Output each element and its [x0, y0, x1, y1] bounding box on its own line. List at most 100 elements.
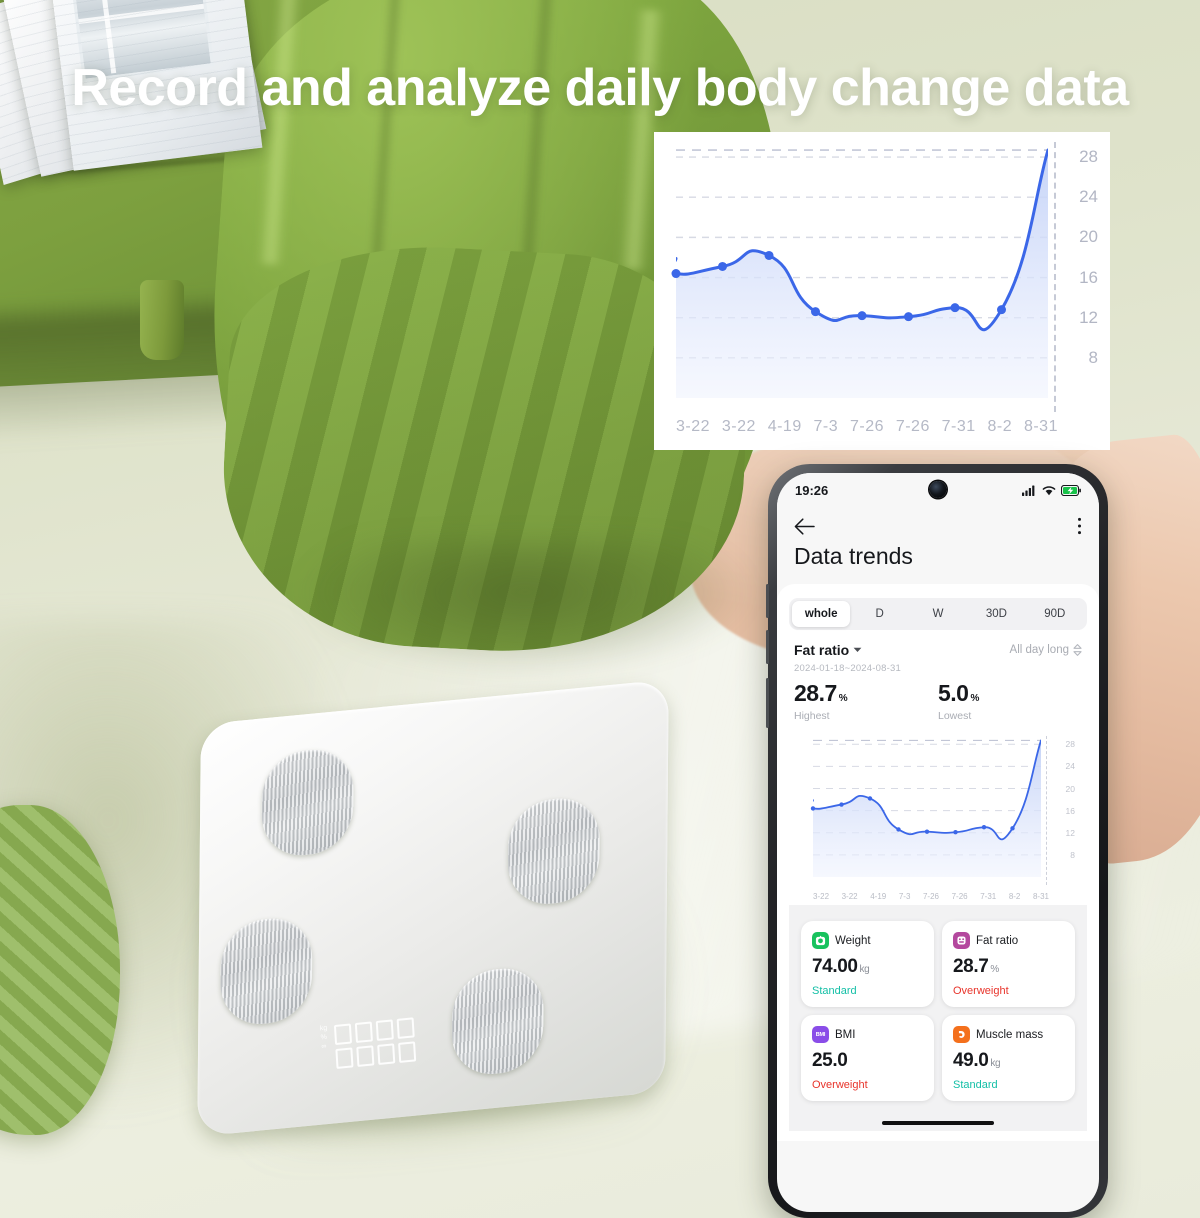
status-bar: 19:26 [777, 473, 1099, 507]
range-segmented-control[interactable]: whole D W 30D 90D [789, 598, 1087, 630]
segment-d[interactable]: D [850, 601, 908, 627]
metric-and-time-row: Fat ratio All day long [789, 630, 1087, 660]
stat-lowest: 5.0% Lowest [938, 680, 1082, 722]
bmi-icon: BMI [812, 1026, 829, 1043]
segment-90d[interactable]: 90D [1026, 601, 1084, 627]
phone-mockup: 19:26 Data trends whole D W 30D 90D Fat … [766, 464, 1108, 1218]
card-header: Muscle mass [953, 1026, 1064, 1043]
metric-card-weight[interactable]: Weight 74.00 kg Standard [801, 921, 934, 1007]
card-value-row: 28.7% [953, 956, 1064, 978]
x-axis-tick-label: 7-31 [941, 418, 976, 435]
chart-data-point [718, 261, 727, 271]
segment-w[interactable]: W [909, 601, 967, 627]
led-digit [398, 1041, 417, 1063]
chart-data-point [896, 827, 901, 832]
card-header: BMI BMI [812, 1026, 923, 1043]
card-unit: kg [990, 1058, 1001, 1069]
chart-data-point [1010, 826, 1015, 831]
arrow-left-icon[interactable] [794, 517, 815, 535]
stat-lowest-value: 5.0 [938, 680, 969, 706]
card-status: Standard [812, 985, 857, 997]
x-axis-tick-label: 8-31 [1023, 418, 1058, 435]
card-name: Weight [835, 934, 871, 947]
trend-chart[interactable]: 28 24 20 16 12 8 3-22 3-22 4-19 7-3 7-26 7-26 7-31 8… [791, 730, 1085, 905]
segment-whole[interactable]: whole [792, 601, 851, 627]
chart-data-point [810, 806, 816, 811]
metric-card-muscle-mass[interactable]: Muscle mass 49.0 kg Standard [942, 1015, 1075, 1101]
card-name: Muscle mass [976, 1028, 1044, 1041]
scale-platform [197, 679, 669, 1137]
segment-30d[interactable]: 30D [967, 601, 1025, 627]
y-axis-tick-label: 24 [1065, 761, 1075, 772]
card-unit: % [990, 964, 999, 975]
card-value: 28.7 [953, 956, 989, 977]
date-range-label: 2024-01-18~2024-08-31 [794, 663, 901, 674]
led-digit [375, 1019, 394, 1041]
x-axis-tick-label: 3-22 [813, 892, 830, 901]
card-name: BMI [835, 1028, 856, 1041]
card-status: Overweight [953, 985, 1009, 997]
bmi-icon-text: BMI [815, 1031, 826, 1038]
big-svg-points [671, 250, 1006, 322]
time-dropdown[interactable]: All day long [1010, 644, 1082, 656]
stat-highest-unit: % [838, 693, 848, 704]
y-axis-tick-label: 12 [1079, 307, 1098, 327]
metric-dropdown-label: Fat ratio [794, 642, 850, 658]
stat-lowest-unit: % [970, 693, 980, 704]
chart-data-point [867, 796, 873, 801]
card-value: 49.0 [953, 1050, 989, 1071]
x-axis-tick-label: 7-26 [922, 892, 939, 901]
chart-data-point [953, 830, 958, 835]
trend-panel: whole D W 30D 90D Fat ratio All day long [777, 584, 1099, 1141]
signal-icon [1022, 485, 1035, 496]
chart-data-point [997, 305, 1006, 315]
metric-cards-section: Weight 74.00 kg Standard Fat ratio 28.7 … [789, 905, 1087, 1131]
more-vertical-icon[interactable] [1077, 517, 1082, 535]
chart-data-point [857, 311, 867, 321]
led-digit [356, 1045, 375, 1067]
enlarged-chart-y-axis: 28 24 20 16 12 8 [1052, 142, 1106, 398]
metric-card-bmi[interactable]: BMI BMI 25.0 Overweight [801, 1015, 934, 1101]
enlarged-chart-plot [676, 142, 1048, 398]
phone-volume-button[interactable] [766, 630, 769, 664]
x-axis-tick-label: 8-2 [987, 418, 1013, 435]
card-status: Overweight [812, 1079, 868, 1091]
battery-charging-icon [1061, 484, 1081, 496]
stat-lowest-label: Lowest [938, 710, 972, 722]
card-value-row: 49.0 kg [953, 1050, 1064, 1072]
metric-card-fat-ratio[interactable]: Fat ratio 28.7% Overweight [942, 921, 1075, 1007]
x-axis-tick-label: 7-3 [898, 892, 911, 901]
trend-chart-plot [813, 736, 1041, 877]
x-axis-tick-label: 3-22 [721, 418, 756, 435]
x-axis-tick-label: 8-2 [1008, 892, 1021, 901]
x-axis-tick-label: 7-26 [895, 418, 930, 435]
card-value: 25.0 [812, 1050, 848, 1071]
fat-ratio-icon [953, 932, 970, 949]
y-axis-tick-label: 12 [1065, 827, 1075, 838]
phone-power-button[interactable] [766, 678, 769, 728]
metric-cards: Weight 74.00 kg Standard Fat ratio 28.7 … [798, 913, 1078, 1101]
stat-highest-label: Highest [794, 710, 830, 722]
y-axis-tick-label: 20 [1065, 783, 1075, 794]
sort-updown-icon [1073, 644, 1082, 656]
y-axis-tick-label: 28 [1065, 739, 1075, 750]
chart-data-point [950, 303, 960, 313]
phone-volume-button[interactable] [766, 584, 769, 618]
metric-card-row: Weight 74.00 kg Standard Fat ratio 28.7 … [801, 921, 1075, 1007]
status-icons [1022, 484, 1081, 496]
chart-data-point [981, 825, 987, 830]
chart-data-point [839, 802, 844, 807]
smart-body-fat-scale: kg% ∞ [197, 679, 669, 1137]
enlarged-chart-x-axis: 3-22 3-22 4-19 7-3 7-26 7-26 7-31 8-2 8-31 [676, 418, 1058, 436]
wifi-icon [1042, 485, 1056, 495]
led-digit [396, 1017, 415, 1039]
home-indicator[interactable] [882, 1121, 994, 1125]
stat-highest: 28.7% Highest [794, 680, 938, 722]
metric-dropdown[interactable]: Fat ratio [794, 642, 862, 658]
x-axis-tick-label: 3-22 [676, 418, 711, 435]
mini-svg-points [810, 796, 1015, 835]
card-value-row: 25.0 [812, 1050, 923, 1072]
y-axis-tick-label: 16 [1065, 805, 1075, 816]
front-camera-punchhole [929, 481, 947, 498]
chart-data-point [671, 269, 681, 279]
